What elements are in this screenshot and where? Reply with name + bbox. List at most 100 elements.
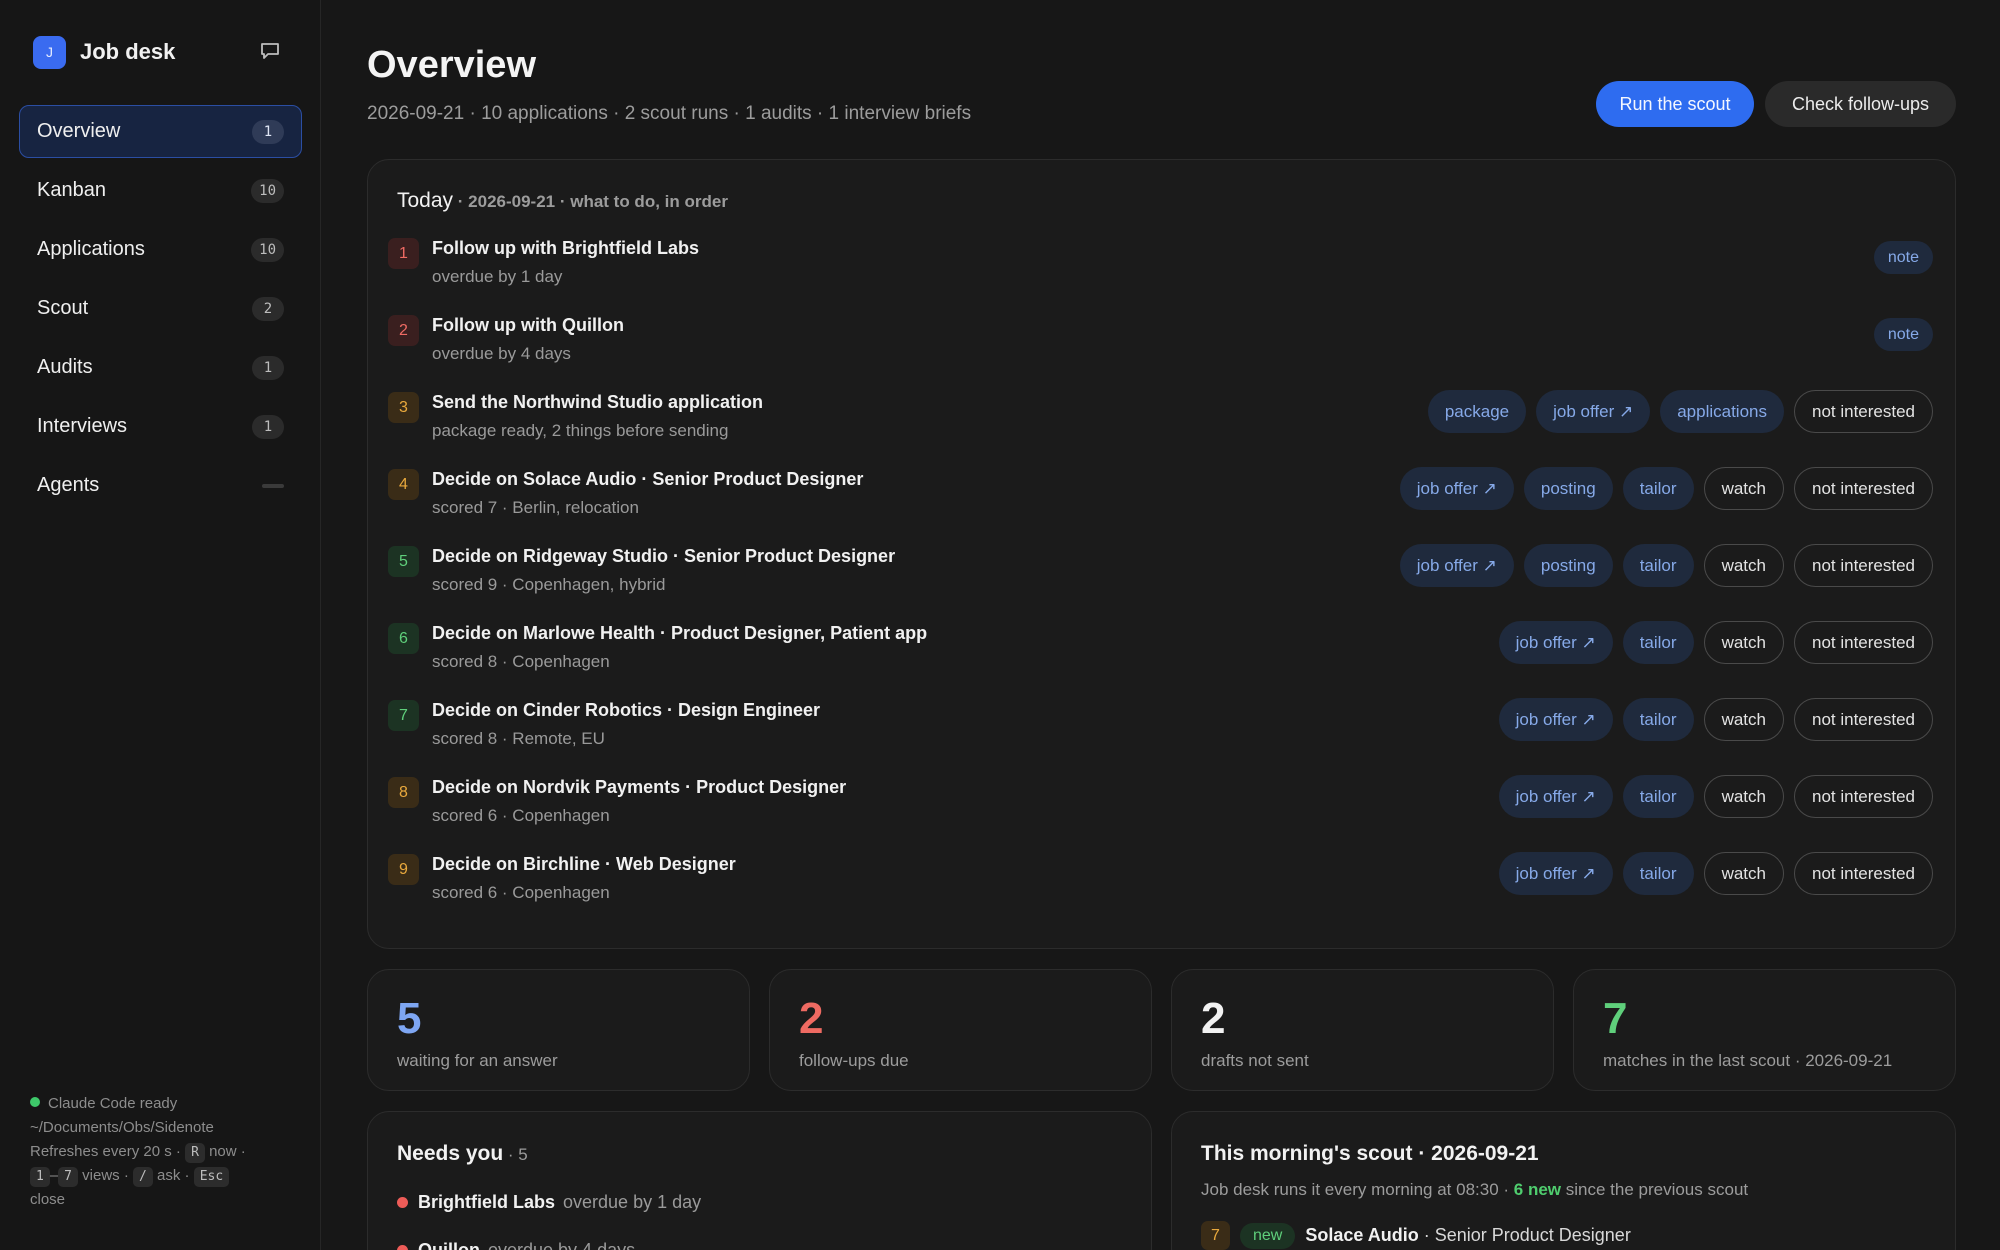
task-detail: scored 8 · Copenhagen <box>432 652 610 671</box>
sidebar-item-interviews[interactable]: Interviews 1 <box>19 400 302 453</box>
task-row[interactable]: 6 Decide on Marlowe Health · Product Desi… <box>388 619 1933 681</box>
not-interested-button[interactable]: not interested <box>1793 467 1933 510</box>
match-company: Solace Audio <box>1305 1225 1419 1245</box>
task-row[interactable]: 5 Decide on Ridgeway Studio · Senior Prod… <box>388 542 1933 604</box>
company-name: Brightfield Labs <box>418 1192 556 1212</box>
count-badge: 1 <box>252 355 284 380</box>
task-row[interactable]: 7 Decide on Cinder Robotics · Design Engi… <box>388 696 1933 758</box>
note-button[interactable]: note <box>1873 241 1933 274</box>
stat-value: 5 <box>397 994 422 1043</box>
job-offer-button[interactable]: job offer ↗ <box>1498 621 1613 664</box>
job-offer-button[interactable]: job offer ↗ <box>1498 852 1613 895</box>
sidebar-item-label: Applications <box>37 238 145 260</box>
check-followups-button[interactable]: Check follow-ups <box>1765 81 1956 127</box>
list-item[interactable]: Brightfield Labs overdue by 1 day <box>397 1192 701 1213</box>
task-row[interactable]: 4 Decide on Solace Audio · Senior Product… <box>388 465 1933 527</box>
item-status: overdue by 4 days <box>488 1240 636 1250</box>
job-offer-button[interactable]: job offer ↗ <box>1399 467 1514 510</box>
stat-card-followups[interactable]: 2 follow-ups due <box>769 969 1152 1091</box>
needs-you-panel: Needs you · 5 Brightfield Labs overdue by… <box>367 1111 1152 1250</box>
views-key-start: 1 <box>30 1167 50 1187</box>
posting-button[interactable]: posting <box>1523 544 1613 587</box>
watch-button[interactable]: watch <box>1703 698 1784 741</box>
task-title: Follow up with Quillon <box>432 315 624 335</box>
job-offer-button[interactable]: job offer ↗ <box>1399 544 1514 587</box>
not-interested-button[interactable]: not interested <box>1793 390 1933 433</box>
sidebar-item-agents[interactable]: Agents <box>19 459 302 512</box>
task-title: Send the Northwind Studio application <box>432 392 763 412</box>
task-actions: package job offer ↗ applications not intere… <box>1427 390 1933 433</box>
stat-card-matches[interactable]: 7 matches in the last scout · 2026-09-21 <box>1573 969 1956 1091</box>
tailor-button[interactable]: tailor <box>1622 698 1694 741</box>
watch-button[interactable]: watch <box>1703 775 1784 818</box>
task-row[interactable]: 3 Send the Northwind Studio application pa… <box>388 388 1933 450</box>
tailor-button[interactable]: tailor <box>1622 467 1694 510</box>
task-actions: job offer ↗ tailor watch not interested <box>1498 698 1933 741</box>
job-offer-button[interactable]: job offer ↗ <box>1536 390 1651 433</box>
main-content: Overview 2026-09-21 · 10 applications · … <box>322 0 2000 1250</box>
run-scout-button[interactable]: Run the scout <box>1596 81 1754 127</box>
watch-button[interactable]: watch <box>1703 467 1784 510</box>
job-offer-button[interactable]: job offer ↗ <box>1498 698 1613 741</box>
today-title: Today <box>397 189 454 212</box>
empty-badge <box>262 483 284 488</box>
sidebar-item-audits[interactable]: Audits 1 <box>19 341 302 394</box>
task-detail: scored 9 · Copenhagen, hybrid <box>432 575 666 594</box>
count-badge: 1 <box>252 119 284 144</box>
task-detail: overdue by 1 day <box>432 267 563 286</box>
tailor-button[interactable]: tailor <box>1622 775 1694 818</box>
sidebar-item-kanban[interactable]: Kanban 10 <box>19 164 302 217</box>
not-interested-button[interactable]: not interested <box>1793 698 1933 741</box>
task-actions: job offer ↗ tailor watch not interested <box>1498 621 1933 664</box>
stat-value: 7 <box>1603 994 1628 1043</box>
task-title: Decide on Birchline · Web Designer <box>432 854 736 874</box>
posting-button[interactable]: posting <box>1523 467 1613 510</box>
stat-card-waiting[interactable]: 5 waiting for an answer <box>367 969 750 1091</box>
package-button[interactable]: package <box>1427 390 1527 433</box>
sidebar-item-label: Audits <box>37 356 93 378</box>
not-interested-button[interactable]: not interested <box>1793 852 1933 895</box>
task-row[interactable]: 8 Decide on Nordvik Payments · Product De… <box>388 773 1933 835</box>
count-badge: 10 <box>251 237 284 262</box>
chat-icon[interactable] <box>260 42 280 60</box>
not-interested-button[interactable]: not interested <box>1793 544 1933 587</box>
applications-button[interactable]: applications <box>1660 390 1784 433</box>
watch-button[interactable]: watch <box>1703 544 1784 587</box>
scout-new-count: 6 new <box>1513 1180 1562 1199</box>
task-detail: scored 6 · Copenhagen <box>432 883 610 902</box>
task-title: Decide on Marlowe Health · Product Desig… <box>432 623 928 643</box>
watch-button[interactable]: watch <box>1703 852 1784 895</box>
not-interested-button[interactable]: not interested <box>1793 621 1933 664</box>
watch-button[interactable]: watch <box>1703 621 1784 664</box>
task-detail: overdue by 4 days <box>432 344 571 363</box>
not-interested-button[interactable]: not interested <box>1793 775 1933 818</box>
task-number: 8 <box>388 777 419 808</box>
sidebar-item-scout[interactable]: Scout 2 <box>19 282 302 335</box>
item-status: overdue by 1 day <box>563 1192 702 1212</box>
list-item[interactable]: Quillon overdue by 4 days <box>397 1240 635 1250</box>
task-row[interactable]: 1 Follow up with Brightfield Labs overdue … <box>388 234 1933 296</box>
task-actions: note <box>1873 313 1933 351</box>
task-row[interactable]: 9 Decide on Birchline · Web Designer score… <box>388 850 1933 912</box>
note-button[interactable]: note <box>1873 318 1933 351</box>
sidebar-item-overview[interactable]: Overview 1 <box>19 105 302 158</box>
sidebar-item-applications[interactable]: Applications 10 <box>19 223 302 276</box>
scout-match-row[interactable]: 7 new Solace Audio · Senior Product Desi… <box>1201 1221 1631 1250</box>
task-row[interactable]: 2 Follow up with Quillon overdue by 4 days… <box>388 311 1933 373</box>
sidebar-item-label: Interviews <box>37 415 128 437</box>
views-key-end: 7 <box>58 1167 78 1187</box>
agent-status: Claude Code ready <box>48 1095 178 1112</box>
task-actions: job offer ↗ posting tailor watch not interes… <box>1399 544 1933 587</box>
task-title: Decide on Cinder Robotics · Design Engin… <box>432 700 821 720</box>
tailor-button[interactable]: tailor <box>1622 544 1694 587</box>
tailor-button[interactable]: tailor <box>1622 621 1694 664</box>
sidebar-footer: Claude Code ready ~/Documents/Obs/Sideno… <box>30 1092 300 1212</box>
tailor-button[interactable]: tailor <box>1622 852 1694 895</box>
views-dash: – <box>49 1167 59 1184</box>
task-number: 6 <box>388 623 419 654</box>
alert-dot <box>397 1245 408 1250</box>
sidebar-item-label: Overview <box>37 120 121 142</box>
brand[interactable]: J Job desk <box>33 35 175 69</box>
stat-card-drafts[interactable]: 2 drafts not sent <box>1171 969 1554 1091</box>
job-offer-button[interactable]: job offer ↗ <box>1498 775 1613 818</box>
